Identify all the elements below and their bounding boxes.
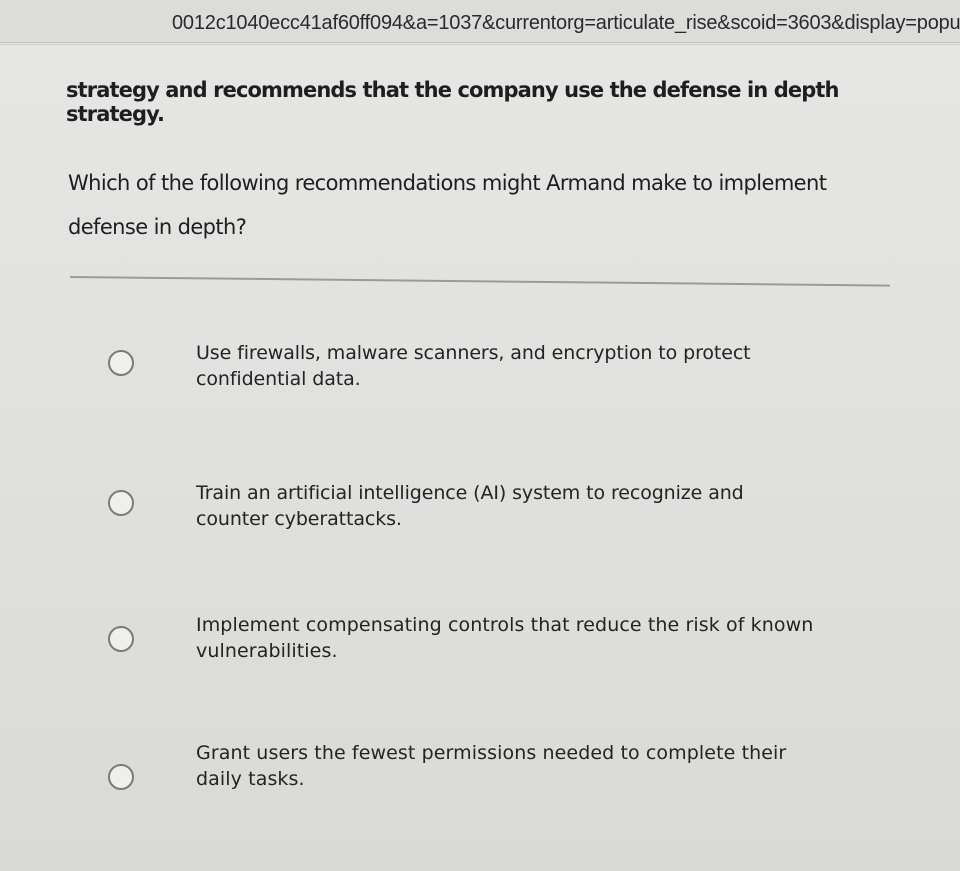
radio-button-icon[interactable] [108,764,134,790]
answer-options: Use firewalls, malware scanners, and enc… [0,0,960,871]
radio-button-icon[interactable] [108,626,134,652]
answer-option-3[interactable]: Implement compensating controls that red… [100,606,860,686]
answer-option-label: Implement compensating controls that red… [196,614,814,662]
answer-option-4[interactable]: Grant users the fewest permissions neede… [100,736,860,816]
answer-option-2[interactable]: Train an artificial intelligence (AI) sy… [100,474,860,554]
quiz-content: strategy and recommends that the company… [0,0,960,871]
radio-button-icon[interactable] [108,350,134,376]
radio-button-icon[interactable] [108,490,134,516]
answer-option-label: Use firewalls, malware scanners, and enc… [196,342,751,390]
answer-option-1[interactable]: Use firewalls, malware scanners, and enc… [100,336,860,416]
answer-option-label: Grant users the fewest permissions neede… [196,742,787,790]
answer-option-label: Train an artificial intelligence (AI) sy… [196,482,744,530]
